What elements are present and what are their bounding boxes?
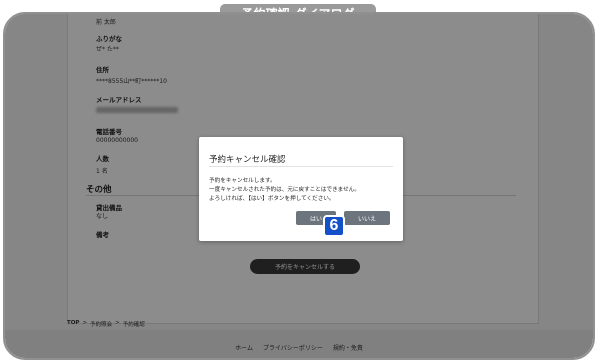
no-button[interactable]: いいえ <box>344 211 390 225</box>
screenshot-frame: 前 太郎 ふりがな ぜ* た** 住所 ****8555山**町******10… <box>3 12 595 360</box>
dialog-message-line3: よろしければ、【はい】ボタンを押してください。 <box>209 196 335 202</box>
dialog-message-line1: 予約をキャンセルします。 <box>209 178 276 184</box>
cancel-confirm-dialog: 予約キャンセル確認 予約をキャンセルします。 一度キャンセルされた予約は、元に戻… <box>199 137 403 241</box>
dialog-message-line2: 一度キャンセルされた予約は、元に戻すことはできません。 <box>209 187 360 193</box>
dialog-divider <box>209 166 393 167</box>
step-number-badge: 6 <box>323 215 345 237</box>
dialog-title: 予約キャンセル確認 <box>209 155 286 165</box>
